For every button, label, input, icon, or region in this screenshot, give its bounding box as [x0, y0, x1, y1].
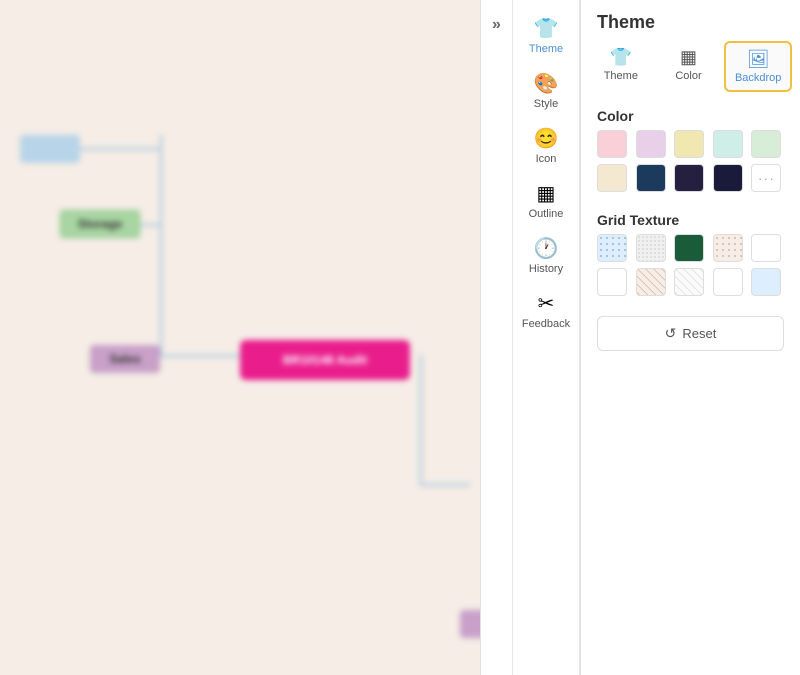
tab-color[interactable]: ▦ Color	[657, 41, 721, 92]
tab-color-icon: ▦	[680, 47, 697, 68]
style-icon: 🎨	[534, 71, 559, 96]
swatch-yellow-light[interactable]	[674, 130, 704, 158]
connector-line	[420, 484, 470, 486]
reset-icon: ↺	[665, 325, 677, 342]
texture-fine-dots[interactable]	[636, 234, 666, 262]
sidebar-item-feedback[interactable]: ✂ Feedback	[513, 283, 579, 338]
sidebar-item-history[interactable]: 🕐 History	[513, 228, 579, 283]
panel-tabs: 👕 Theme ▦ Color 🖼 Backdrop	[581, 41, 800, 100]
mindmap-node-central[interactable]: BR10148 Audit	[240, 340, 410, 380]
tab-backdrop[interactable]: 🖼 Backdrop	[724, 41, 792, 92]
swatch-cream[interactable]	[597, 164, 627, 192]
tab-theme-icon: 👕	[610, 47, 632, 68]
grid-texture-label: Grid Texture	[581, 204, 800, 234]
connector-line	[160, 135, 162, 355]
swatch-deep-navy[interactable]	[713, 164, 743, 192]
right-panel: Theme 👕 Theme ▦ Color 🖼 Backdrop Color ·…	[580, 0, 800, 675]
mindmap-node[interactable]	[20, 135, 80, 163]
sidebar-item-theme[interactable]: 👕 Theme	[513, 8, 579, 63]
feedback-icon: ✂	[538, 291, 555, 316]
mindmap-node-bottom[interactable]	[460, 610, 480, 638]
reset-label: Reset	[682, 326, 716, 341]
sidebar-item-outline[interactable]: ▦ Outline	[513, 173, 579, 228]
texture-stripe-light[interactable]	[674, 268, 704, 296]
outline-icon: ▦	[537, 181, 556, 206]
mindmap-node-sales[interactable]: Sales	[90, 345, 160, 373]
texture-white3[interactable]	[713, 268, 743, 296]
left-sidebar: 👕 Theme 🎨 Style 😊 Icon ▦ Outline 🕐 Histo…	[512, 0, 580, 675]
sidebar-collapse-button[interactable]: »	[480, 0, 512, 675]
color-section-label: Color	[581, 100, 800, 130]
swatch-more[interactable]: ···	[751, 164, 781, 192]
texture-light-blue[interactable]	[751, 268, 781, 296]
tab-color-label: Color	[675, 70, 701, 82]
texture-solid-dark[interactable]	[674, 234, 704, 262]
swatch-navy[interactable]	[636, 164, 666, 192]
texture-swatches-grid	[581, 234, 800, 304]
texture-beige-dots[interactable]	[713, 234, 743, 262]
texture-stripe-beige[interactable]	[636, 268, 666, 296]
texture-white[interactable]	[751, 234, 781, 262]
canvas: Storage BR10148 Audit Sales	[0, 0, 480, 675]
icon-icon: 😊	[534, 126, 559, 151]
reset-button[interactable]: ↺ Reset	[597, 316, 784, 351]
color-swatches-grid: ···	[581, 130, 800, 204]
tab-backdrop-icon: 🖼	[747, 49, 770, 70]
texture-blue-dots[interactable]	[597, 234, 627, 262]
swatch-dark-navy[interactable]	[674, 164, 704, 192]
sidebar-item-icon[interactable]: 😊 Icon	[513, 118, 579, 173]
theme-icon: 👕	[534, 16, 559, 41]
swatch-mint[interactable]	[713, 130, 743, 158]
swatch-lavender[interactable]	[636, 130, 666, 158]
swatch-green-light[interactable]	[751, 130, 781, 158]
collapse-icon: »	[492, 16, 501, 34]
sidebar-item-style[interactable]: 🎨 Style	[513, 63, 579, 118]
swatch-pink-light[interactable]	[597, 130, 627, 158]
connector-line	[420, 355, 422, 485]
mindmap-node-storage[interactable]: Storage	[60, 210, 140, 238]
tab-backdrop-label: Backdrop	[735, 72, 781, 84]
history-icon: 🕐	[534, 236, 559, 261]
panel-title: Theme	[581, 0, 800, 41]
tab-theme[interactable]: 👕 Theme	[589, 41, 653, 92]
texture-white2[interactable]	[597, 268, 627, 296]
tab-theme-label: Theme	[604, 70, 638, 82]
